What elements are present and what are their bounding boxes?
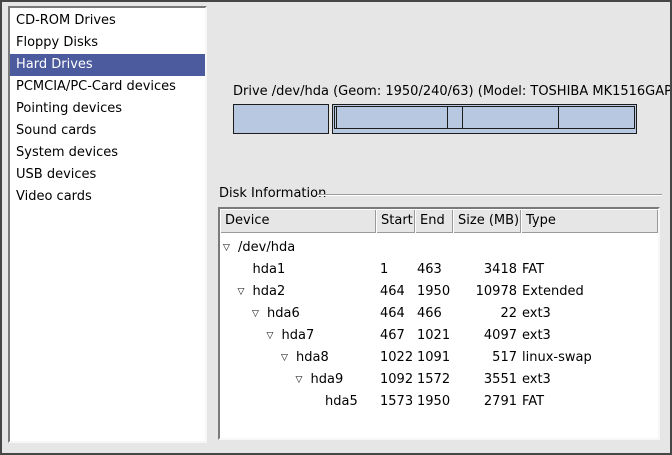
- expander-triangle-icon[interactable]: ▽: [223, 237, 238, 259]
- table-row-dev-hda[interactable]: ▽/dev/hda: [220, 237, 658, 259]
- expander-triangle-icon[interactable]: ▽: [252, 303, 267, 325]
- partition-segment-hda8: [447, 106, 463, 129]
- device-name: hda5: [325, 391, 358, 413]
- table-row-hda8[interactable]: ▽hda810221091517linux-swap: [220, 347, 658, 369]
- device-name: hda7: [282, 325, 315, 347]
- device-cell: hda5: [220, 391, 358, 413]
- end-cell: 466: [417, 303, 442, 325]
- start-cell: 464: [380, 303, 405, 325]
- table-row-hda6[interactable]: ▽hda6 464 46622ext3: [220, 303, 658, 325]
- column-header-type[interactable]: Type: [521, 209, 658, 233]
- tree-indent: [220, 314, 252, 315]
- type-cell: Extended: [522, 281, 584, 303]
- table-row-hda9[interactable]: ▽hda9109215723551ext3: [220, 369, 658, 391]
- tree-indent: [220, 270, 238, 271]
- start-cell: 1092: [380, 369, 413, 391]
- end-cell: 463: [417, 259, 442, 281]
- sidebar-item-usb-devices[interactable]: USB devices: [10, 164, 205, 186]
- device-cell: ▽hda8: [220, 347, 329, 369]
- device-cell: ▽hda9: [220, 369, 343, 391]
- device-name: hda9: [311, 369, 344, 391]
- start-cell: 464: [380, 281, 405, 303]
- column-header-device[interactable]: Device: [220, 209, 376, 233]
- partition-segment-hda5: [558, 106, 635, 129]
- table-row-hda2[interactable]: ▽hda2464195010978Extended: [220, 281, 658, 303]
- expander-triangle-icon[interactable]: ▽: [238, 281, 253, 303]
- size-cell: 3551: [444, 369, 517, 391]
- disk-info-table: DeviceStartEndSize (MB)Type ▽/dev/hdahda…: [218, 207, 660, 440]
- sidebar-item-sound-cards[interactable]: Sound cards: [10, 120, 205, 142]
- size-cell: 4097: [444, 325, 517, 347]
- drive-partition-bar: [233, 104, 637, 134]
- drive-label: Drive /dev/hda (Geom: 1950/240/63) (Mode…: [233, 84, 637, 99]
- start-cell: 1: [380, 259, 388, 281]
- table-row-hda7[interactable]: ▽hda746710214097ext3: [220, 325, 658, 347]
- device-cell: hda1: [220, 259, 285, 281]
- start-cell: 467: [380, 325, 405, 347]
- tree-indent: [220, 292, 238, 293]
- disk-info-frame-line: [317, 194, 662, 196]
- type-cell: FAT: [522, 391, 544, 413]
- sidebar-item-pointing-devices[interactable]: Pointing devices: [10, 98, 205, 120]
- device-cell: ▽hda2: [220, 281, 285, 303]
- type-cell: FAT: [522, 259, 544, 281]
- sidebar-item-cd-rom-drives[interactable]: CD-ROM Drives: [10, 10, 205, 32]
- device-cell: ▽hda6: [220, 303, 300, 325]
- type-cell: linux-swap: [522, 347, 592, 369]
- sidebar-item-floppy-disks[interactable]: Floppy Disks: [10, 32, 205, 54]
- disk-info-table-header: DeviceStartEndSize (MB)Type: [220, 209, 658, 233]
- sidebar-item-hard-drives[interactable]: Hard Drives: [10, 54, 205, 76]
- start-cell: 1022: [380, 347, 413, 369]
- partition-segment-hda7: [336, 106, 448, 129]
- expander-triangle-icon[interactable]: ▽: [296, 369, 311, 391]
- tree-indent: [220, 358, 281, 359]
- table-row-hda1[interactable]: hda1 1 4633418FAT: [220, 259, 658, 281]
- partition-segment-hda9: [462, 106, 559, 129]
- tree-indent: [220, 380, 296, 381]
- expander-triangle-icon[interactable]: ▽: [281, 347, 296, 369]
- tree-indent: [220, 336, 267, 337]
- device-category-list: CD-ROM DrivesFloppy DisksHard DrivesPCMC…: [8, 6, 207, 443]
- sidebar-item-pcmcia-pc-card-devices[interactable]: PCMCIA/PC-Card devices: [10, 76, 205, 98]
- type-cell: ext3: [522, 369, 551, 391]
- size-cell: 10978: [444, 281, 517, 303]
- size-cell: 22: [444, 303, 517, 325]
- size-cell: 517: [444, 347, 517, 369]
- partition-segment-hda2: [332, 104, 637, 134]
- sidebar-item-video-cards[interactable]: Video cards: [10, 186, 205, 208]
- disk-info-title: Disk Information: [219, 186, 326, 201]
- start-cell: 1573: [380, 391, 413, 413]
- hardware-browser-window: CD-ROM DrivesFloppy DisksHard DrivesPCMC…: [0, 0, 672, 455]
- sidebar-item-system-devices[interactable]: System devices: [10, 142, 205, 164]
- disk-info-table-body: ▽/dev/hdahda114633418FAT▽hda246419501097…: [220, 233, 658, 413]
- device-name: hda2: [253, 281, 286, 303]
- column-header-size-mb[interactable]: Size (MB): [453, 209, 521, 233]
- table-row-hda5[interactable]: hda5157319502791FAT: [220, 391, 658, 413]
- tree-indent: [220, 402, 310, 403]
- expander-triangle-icon[interactable]: ▽: [267, 325, 282, 347]
- type-cell: ext3: [522, 325, 551, 347]
- device-name: /dev/hda: [238, 237, 295, 259]
- size-cell: 3418: [444, 259, 517, 281]
- type-cell: ext3: [522, 303, 551, 325]
- column-header-end[interactable]: End: [415, 209, 453, 233]
- device-name: hda8: [296, 347, 329, 369]
- device-cell: ▽/dev/hda: [220, 237, 295, 259]
- device-name: hda6: [267, 303, 300, 325]
- size-cell: 2791: [444, 391, 517, 413]
- partition-segment-hda1: [233, 104, 329, 134]
- column-header-start[interactable]: Start: [376, 209, 415, 233]
- device-cell: ▽hda7: [220, 325, 314, 347]
- device-name: hda1: [253, 259, 286, 281]
